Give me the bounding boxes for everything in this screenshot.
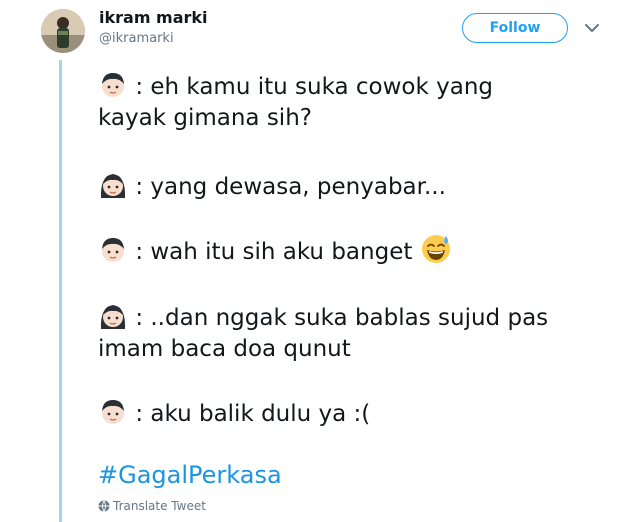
tweet-line: : wah itu sih aku banget: [98, 233, 452, 273]
follow-button[interactable]: Follow: [462, 13, 568, 43]
user-handle[interactable]: @ikramarki: [99, 31, 174, 46]
translate-tweet-link[interactable]: Translate Tweet: [98, 499, 206, 513]
tweet-line-text: kayak gimana sih?: [98, 105, 312, 131]
globe-icon: [98, 500, 110, 512]
tweet-line-text: : yang dewasa, penyabar...: [135, 174, 446, 200]
tweet-line: : yang dewasa, penyabar...: [98, 170, 446, 208]
avatar[interactable]: [41, 9, 85, 53]
tweet-line-text: : eh kamu itu suka cowok yang: [135, 74, 494, 100]
chevron-down-icon[interactable]: [584, 22, 600, 34]
tweet-line-text: : wah itu sih aku banget: [135, 239, 413, 265]
tweet-line: imam baca doa qunut: [98, 334, 351, 364]
translate-tweet-label: Translate Tweet: [113, 499, 206, 513]
tweet-line-text: : aku balik dulu ya :(: [135, 401, 371, 427]
tweet-line: kayak gimana sih?: [98, 103, 312, 133]
tweet-line: : aku balik dulu ya :(: [98, 397, 370, 435]
display-name[interactable]: ikram marki: [99, 8, 208, 27]
thread-line: [59, 60, 62, 522]
boy-face-icon: [98, 235, 128, 273]
tweet-line-text: imam baca doa qunut: [98, 336, 351, 362]
tweet-line-text: : ..dan nggak suka bablas sujud pas: [135, 305, 549, 331]
boy-face-icon: [98, 397, 128, 435]
grinning-sweat-icon: [420, 233, 452, 273]
hashtag-link[interactable]: #GagalPerkasa: [98, 461, 282, 489]
girl-face-icon: [98, 170, 128, 208]
